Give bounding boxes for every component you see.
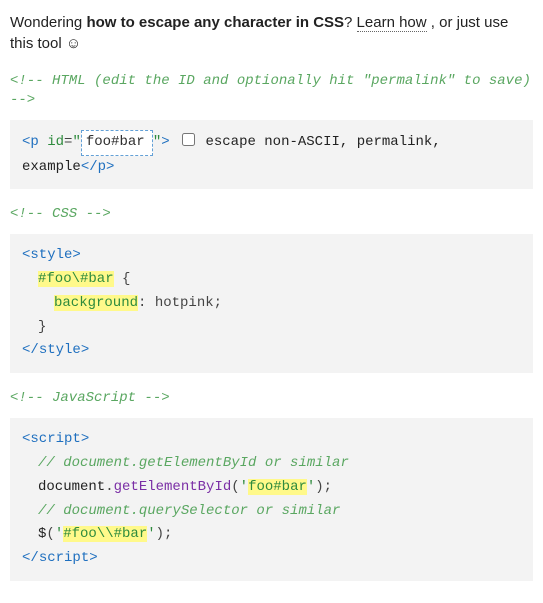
id-input[interactable] — [86, 134, 148, 150]
gt: > — [161, 134, 169, 150]
attr-id: id — [47, 134, 64, 150]
colon: : — [138, 295, 146, 311]
escape-nonascii-checkbox[interactable] — [182, 133, 195, 146]
style-close-lt: </ — [22, 342, 39, 358]
html-comment: <!-- HTML (edit the ID and optionally hi… — [10, 66, 533, 116]
tag-name: p — [30, 134, 38, 150]
semi: ; — [214, 295, 222, 311]
quote-close: " — [153, 134, 161, 150]
js-q2b: ' — [147, 526, 155, 542]
intro-prefix: Wondering — [10, 14, 86, 31]
tag-close-gt: > — [106, 159, 114, 175]
css-value: hotpink — [155, 295, 214, 311]
intro-q: ? — [344, 14, 357, 31]
sep1: , — [340, 134, 357, 150]
script-name: script — [30, 431, 80, 447]
js-q1a: ' — [240, 479, 248, 495]
js-q2a: ' — [55, 526, 63, 542]
js-arg1: foo#bar — [248, 479, 307, 495]
tag-close-open: </ — [81, 159, 98, 175]
js-paren-open2: ( — [46, 526, 54, 542]
js-code-block: <script> // document.getElementById or s… — [10, 418, 533, 581]
script-close-gt: > — [89, 550, 97, 566]
brace-close: } — [38, 319, 46, 335]
html-code-block: <p id=""> escape non-ASCII, permalink, e… — [10, 120, 533, 190]
js-c2: // document.querySelector or similar — [22, 500, 521, 524]
js-comment: <!-- JavaScript --> — [10, 383, 533, 414]
escape-nonascii-label[interactable]: escape non-ASCII — [205, 134, 339, 150]
sep2: , — [432, 134, 440, 150]
js-paren-close: ); — [315, 479, 332, 495]
brace-open: { — [122, 271, 130, 287]
js-paren-open: ( — [231, 479, 239, 495]
style-close-gt: > — [81, 342, 89, 358]
permalink-link[interactable]: permalink — [357, 134, 433, 150]
js-dot: . — [105, 479, 113, 495]
css-selector: #foo\#bar — [38, 271, 114, 287]
js-document: document — [38, 479, 105, 495]
style-open-gt: > — [72, 247, 80, 263]
learn-how-link[interactable]: Learn how — [357, 14, 427, 32]
css-code-block: <style> #foo\#bar { background: hotpink;… — [10, 234, 533, 373]
script-close-name: script — [39, 550, 89, 566]
js-c1: // document.getElementById or similar — [22, 452, 521, 476]
intro-text: Wondering how to escape any character in… — [10, 12, 533, 54]
tag-close-name: p — [98, 159, 106, 175]
css-comment: <!-- CSS --> — [10, 199, 533, 230]
css-prop: background — [54, 295, 138, 311]
id-input-wrap[interactable] — [81, 130, 153, 156]
js-arg2: #foo\\#bar — [63, 526, 147, 542]
js-paren-close2: ); — [156, 526, 173, 542]
example-link[interactable]: example — [22, 159, 81, 175]
script-close-lt: </ — [22, 550, 39, 566]
intro-bold: how to escape any character in CSS — [86, 14, 344, 31]
style-name: style — [30, 247, 72, 263]
style-close-name: style — [39, 342, 81, 358]
quote-open: " — [72, 134, 80, 150]
script-open-gt: > — [81, 431, 89, 447]
js-fn1: getElementById — [114, 479, 232, 495]
